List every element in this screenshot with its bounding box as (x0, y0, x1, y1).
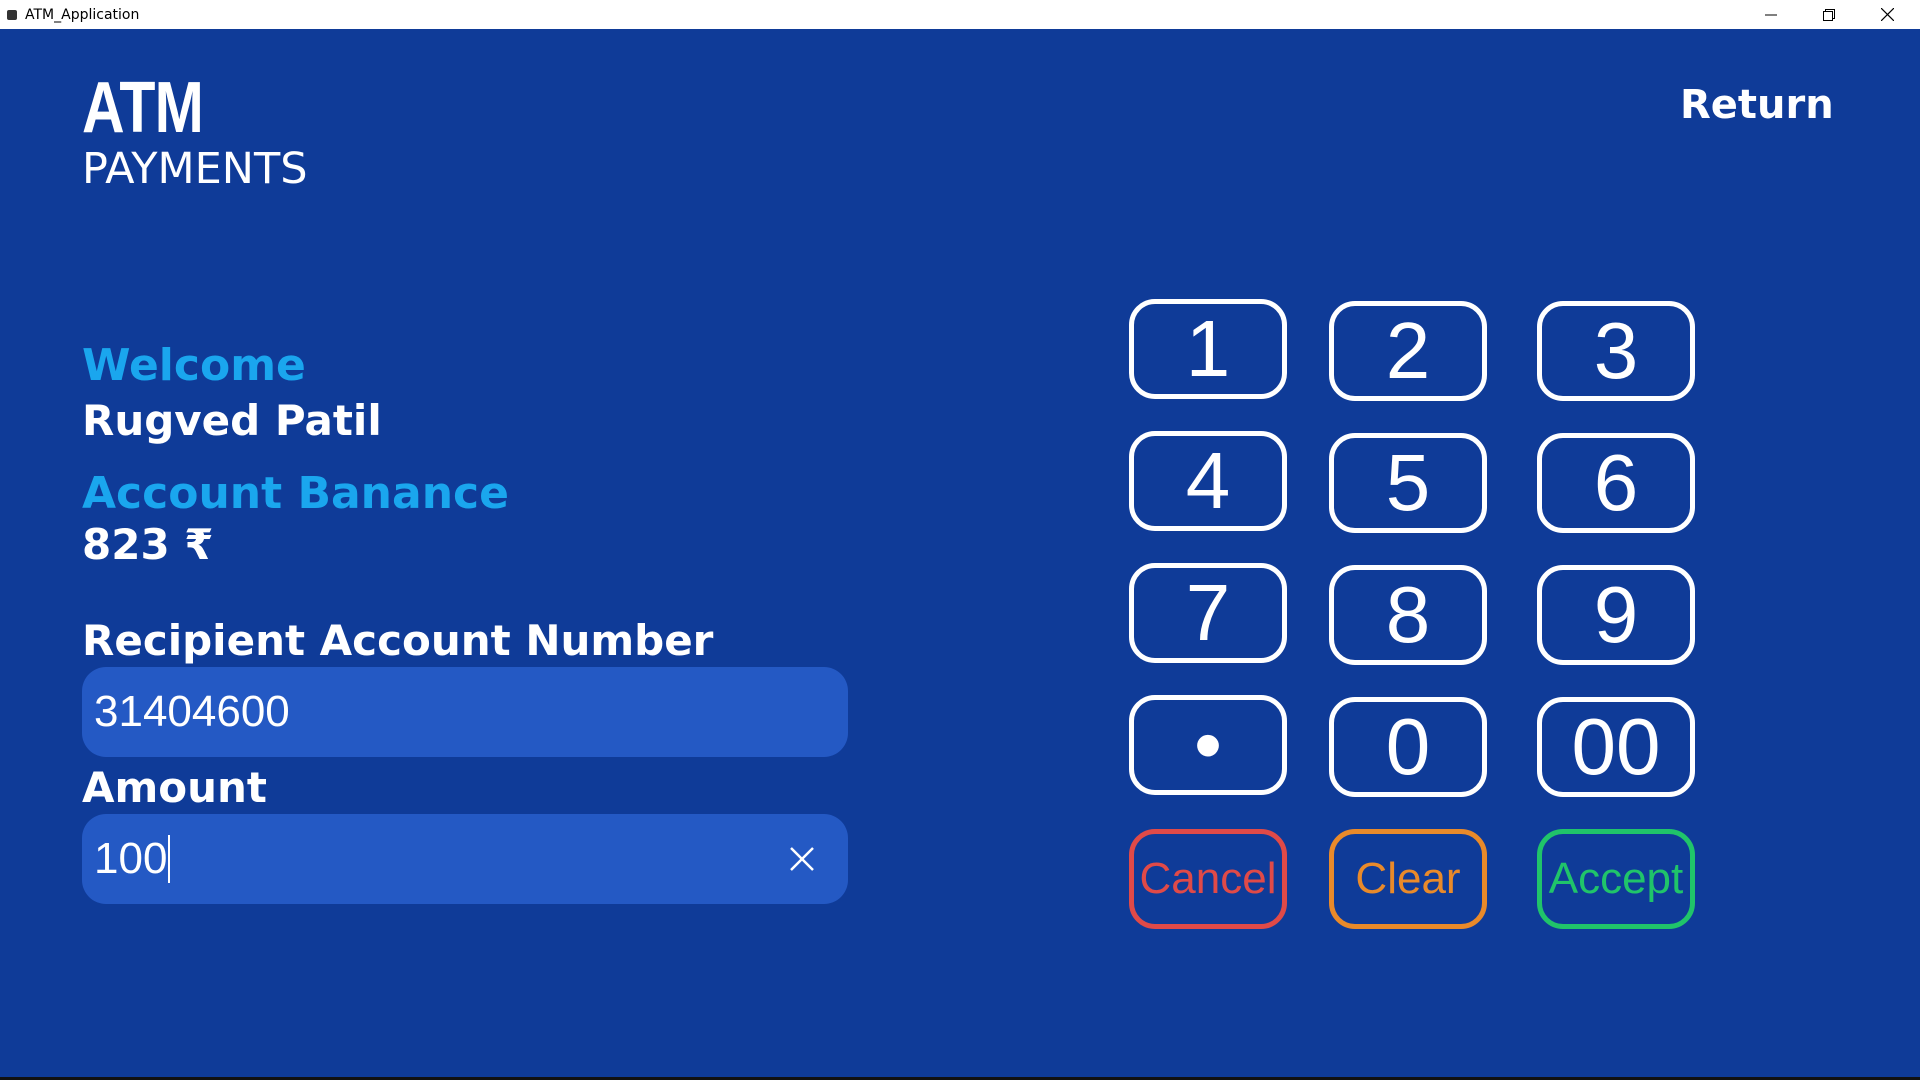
return-button[interactable]: Return (1680, 82, 1834, 128)
close-icon (1880, 8, 1894, 21)
key-7[interactable]: 7 (1129, 563, 1287, 663)
recipient-account-input[interactable]: 31404600 (82, 667, 848, 757)
balance-label: Account Banance (82, 468, 509, 519)
window-titlebar: ATM_Application (0, 0, 1920, 29)
close-x-icon[interactable] (784, 841, 820, 877)
key-1[interactable]: 1 (1129, 299, 1287, 399)
amount-input[interactable]: 100 (82, 814, 848, 904)
key-decimal-point[interactable]: • (1129, 695, 1287, 795)
brand-subtitle: PAYMENTS (82, 144, 308, 194)
restore-button[interactable] (1800, 0, 1858, 29)
text-caret (168, 835, 171, 883)
amount-value: 100 (94, 834, 168, 883)
app-icon (7, 9, 17, 20)
key-0[interactable]: 0 (1329, 697, 1487, 797)
key-6[interactable]: 6 (1537, 433, 1695, 533)
key-5[interactable]: 5 (1329, 433, 1487, 533)
accept-button[interactable]: Accept (1537, 829, 1695, 929)
close-button[interactable] (1858, 0, 1916, 29)
recipient-account-value: 31404600 (94, 687, 290, 736)
amount-label: Amount (82, 763, 268, 812)
key-9[interactable]: 9 (1537, 565, 1695, 665)
balance-value: 823 ₹ (82, 520, 214, 569)
recipient-label: Recipient Account Number (82, 616, 714, 665)
key-4[interactable]: 4 (1129, 431, 1287, 531)
cancel-button[interactable]: Cancel (1129, 829, 1287, 929)
clear-button[interactable]: Clear (1329, 829, 1487, 929)
key-00[interactable]: 00 (1537, 697, 1695, 797)
restore-icon (1823, 8, 1835, 21)
minimize-button[interactable] (1742, 0, 1800, 29)
user-name: Rugved Patil (82, 396, 382, 445)
brand-logo-atm: ATM (82, 68, 204, 148)
key-2[interactable]: 2 (1329, 301, 1487, 401)
minimize-icon (1765, 14, 1777, 15)
window-title: ATM_Application (25, 6, 140, 23)
welcome-label: Welcome (82, 340, 306, 391)
key-8[interactable]: 8 (1329, 565, 1487, 665)
key-3[interactable]: 3 (1537, 301, 1695, 401)
